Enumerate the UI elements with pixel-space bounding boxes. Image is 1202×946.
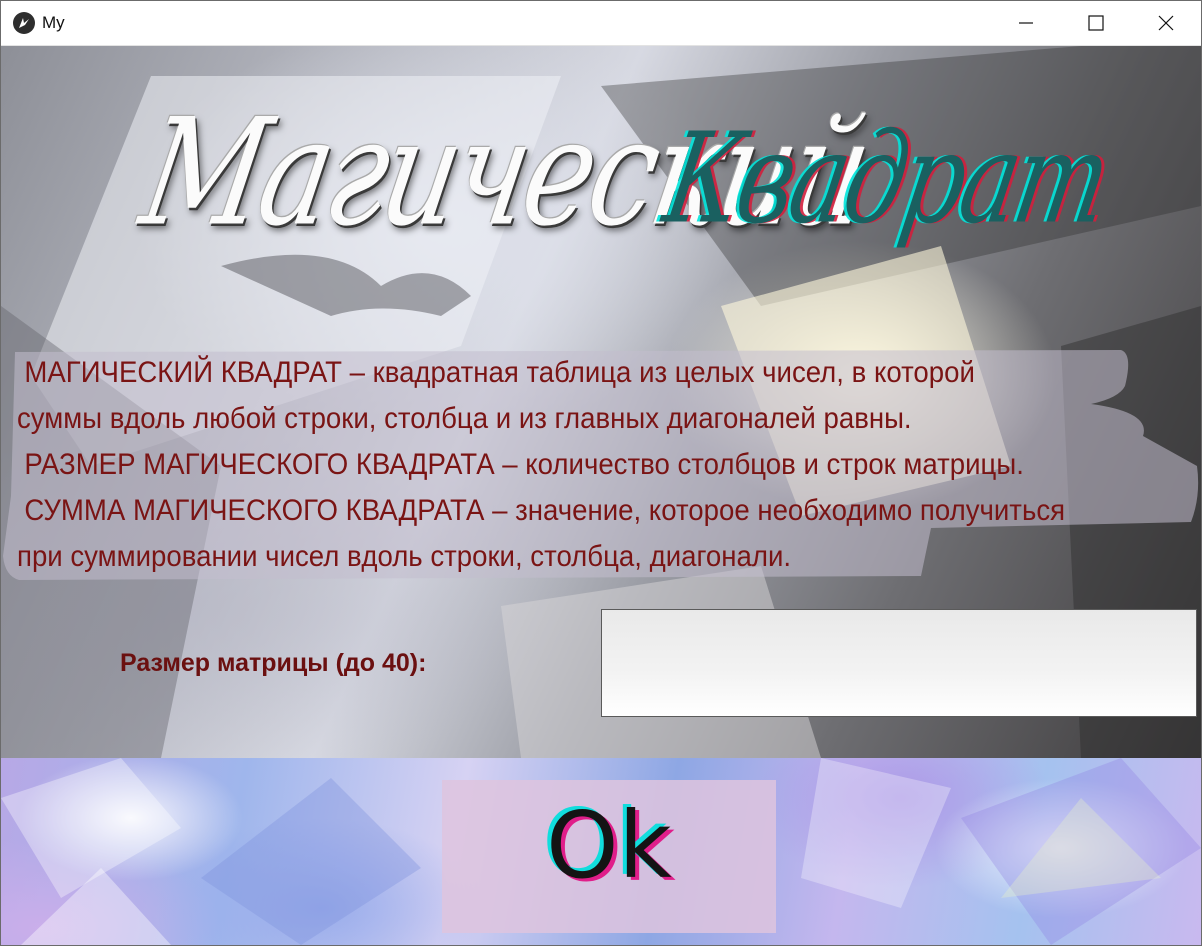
description-line: при суммировании чисел вдоль строки, сто… — [17, 540, 792, 573]
matrix-size-input[interactable] — [601, 609, 1197, 717]
ok-button-label: Ok — [546, 792, 672, 899]
minimize-button[interactable] — [991, 1, 1061, 45]
ok-button[interactable]: Ok — [442, 780, 776, 933]
description: МАГИЧЕСКИЙ КВАДРАТ – квадратная таблица … — [17, 350, 1104, 580]
window-title: My — [42, 13, 65, 32]
app-window: My Магический Квадрат МАГИЧЕСКИЙ КВАДРАТ… — [0, 0, 1202, 946]
close-button[interactable] — [1131, 1, 1201, 45]
maximize-button[interactable] — [1061, 1, 1131, 45]
app-header: Магический Квадрат — [1, 46, 1201, 346]
title-square: Квадрат — [655, 106, 1118, 252]
description-line: МАГИЧЕСКИЙ КВАДРАТ – квадратная таблица … — [24, 356, 975, 389]
kivy-logo-icon — [13, 12, 35, 34]
minimize-icon — [1019, 22, 1033, 24]
close-icon — [1158, 15, 1174, 31]
matrix-size-label: Размер матрицы (до 40): — [120, 649, 427, 677]
description-line: суммы вдоль любой строки, столбца и из г… — [17, 402, 912, 435]
description-line: СУММА МАГИЧЕСКОГО КВАДРАТА – значение, к… — [24, 494, 1066, 527]
title-bar[interactable]: My — [1, 1, 1201, 46]
maximize-icon — [1088, 15, 1104, 31]
description-line: РАЗМЕР МАГИЧЕСКОГО КВАДРАТА – количество… — [24, 448, 1024, 481]
bottom-panel: Ok — [1, 758, 1201, 945]
main-panel: Магический Квадрат МАГИЧЕСКИЙ КВАДРАТ – … — [1, 46, 1201, 758]
